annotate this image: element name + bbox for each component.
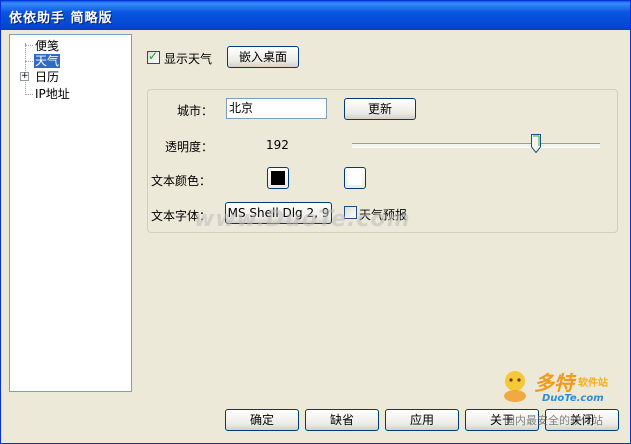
opacity-slider-track[interactable] [352, 143, 600, 148]
title-bar[interactable]: 依依助手 简略版 [1, 1, 630, 30]
site-logo: 多特 软件站 DuoTe.com 国内最安全的软件站 [498, 365, 630, 435]
opacity-value: 192 [266, 138, 289, 152]
logo-slogan-text: 国内最安全的软件站 [504, 414, 603, 427]
update-button[interactable]: 更新 [344, 98, 416, 120]
tree-guide-line [25, 45, 33, 46]
city-input[interactable]: 北京 [226, 98, 327, 119]
mascot-icon [504, 371, 526, 402]
city-label: 城市： [177, 104, 214, 118]
settings-tree[interactable]: 便笺 天气 + 日历 IP地址 [9, 34, 132, 392]
text-color-preview [271, 171, 285, 185]
tree-item-label: 便笺 [35, 39, 60, 53]
show-weather-checkbox[interactable]: ✓ [147, 49, 160, 64]
tree-guide-line [25, 94, 33, 95]
opacity-slider-thumb[interactable] [531, 134, 541, 153]
ok-button[interactable]: 确定 [225, 409, 299, 431]
background-color-preview [348, 171, 362, 185]
text-color-label: 文本颜色： [151, 174, 212, 188]
logo-main-text: 多特 [534, 371, 574, 395]
default-button[interactable]: 缺省 [305, 409, 379, 431]
window-title: 依依助手 简略版 [9, 11, 113, 26]
app-window: 依依助手 简略版 便笺 天气 + 日历 IP地址 ✓ 显示天气 嵌入桌面 城市：… [0, 0, 631, 444]
tree-item-weather[interactable]: 天气 [34, 53, 61, 69]
embed-desktop-button[interactable]: 嵌入桌面 [227, 46, 299, 68]
tree-item-ip-address[interactable]: IP地址 [35, 86, 70, 102]
logo-sub-text: 软件站 [578, 378, 608, 389]
tree-item-notes[interactable]: 便笺 [35, 38, 59, 54]
tree-item-label: 日历 [35, 70, 60, 84]
tree-item-calendar[interactable]: 日历 [35, 69, 59, 85]
background-color-button[interactable] [344, 167, 366, 189]
tree-guide-line [25, 43, 26, 95]
expand-plus-icon[interactable]: + [20, 72, 29, 81]
apply-button[interactable]: 应用 [385, 409, 459, 431]
tree-item-label: 天气 [34, 54, 61, 68]
opacity-label: 透明度： [165, 140, 214, 154]
text-color-button[interactable] [267, 167, 289, 189]
tree-guide-line [25, 61, 33, 62]
show-weather-label: 显示天气 [164, 52, 213, 66]
checkmark-icon: ✓ [148, 49, 159, 63]
logo-url-text: DuoTe.com [542, 393, 604, 404]
tree-item-label: IP地址 [35, 87, 70, 101]
watermark-text: www.DuoTe.com [194, 207, 411, 232]
